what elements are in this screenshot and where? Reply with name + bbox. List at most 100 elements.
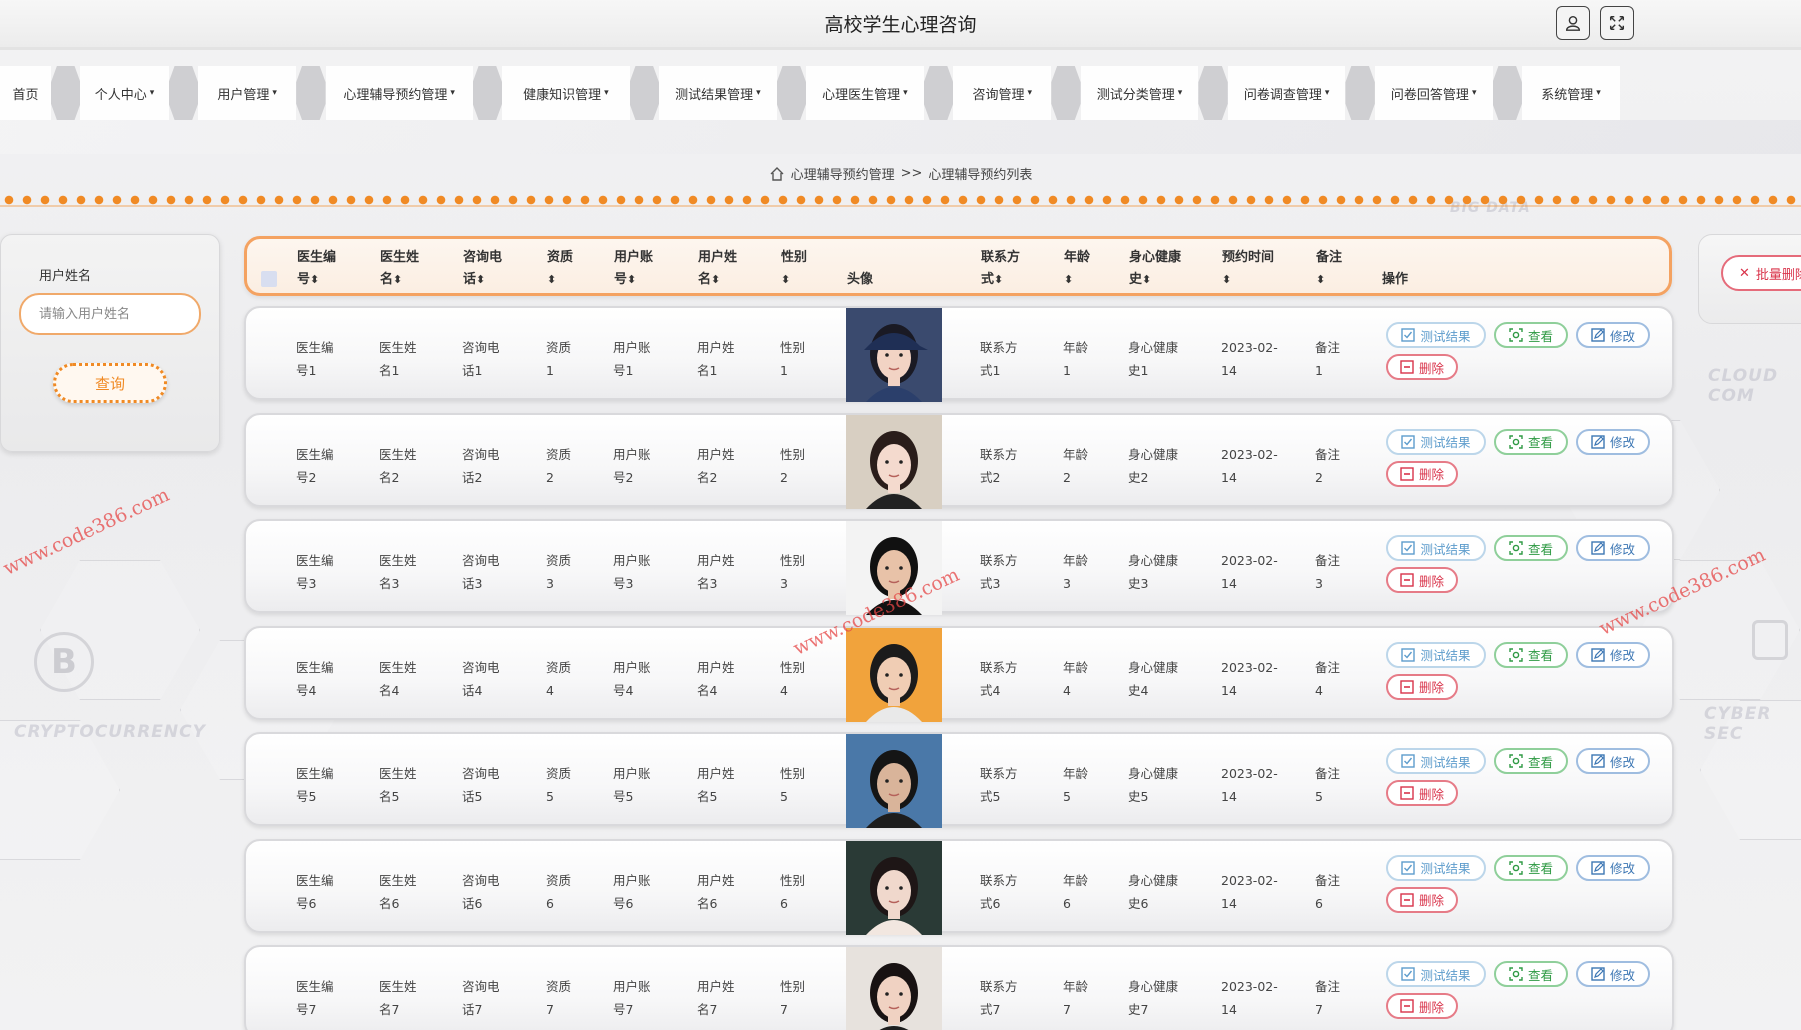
- username-search-input[interactable]: [19, 293, 201, 335]
- avatar[interactable]: [846, 734, 942, 828]
- batch-delete-button[interactable]: ✕ 批量删除: [1721, 255, 1801, 291]
- sort-icon[interactable]: ⬍: [476, 273, 485, 286]
- sort-icon[interactable]: ⬍: [1064, 273, 1073, 286]
- avatar[interactable]: [846, 308, 942, 402]
- column-header-line2: ⬍: [547, 269, 573, 291]
- column-header-health[interactable]: 身心健康 史⬍: [1129, 247, 1181, 291]
- sort-icon[interactable]: ⬍: [547, 273, 556, 286]
- view-icon: [1509, 541, 1523, 555]
- cell-doc_name: 医生姓 名3: [379, 553, 417, 591]
- nav-item-5[interactable]: 测试结果管理 ▾: [659, 66, 777, 120]
- nav-item-3[interactable]: 心理辅导预约管理 ▾: [325, 66, 473, 120]
- sort-icon[interactable]: ⬍: [1222, 273, 1231, 286]
- edit-button[interactable]: 修改: [1576, 748, 1650, 774]
- main-nav: 首页 个人中心 ▾ 用户管理 ▾ 心理辅导预约管理 ▾ 健康知识管理 ▾ 测试结果管理 ▾ 心理医生管…: [0, 66, 1621, 120]
- edit-button[interactable]: 修改: [1576, 535, 1650, 561]
- cell-user_acc: 用户账 号2: [613, 446, 651, 485]
- sort-icon[interactable]: ⬍: [310, 273, 319, 286]
- sort-icon[interactable]: ⬍: [627, 273, 636, 286]
- column-header-user_acc[interactable]: 用户账 号⬍: [614, 247, 653, 291]
- delete-button[interactable]: 删除: [1386, 460, 1458, 487]
- nav-item-8[interactable]: 测试分类管理 ▾: [1080, 66, 1199, 120]
- cell-time: 2023-02- 14: [1221, 979, 1278, 1017]
- test-result-button[interactable]: 测试结果: [1386, 535, 1486, 561]
- delete-button[interactable]: 删除: [1386, 780, 1458, 806]
- view-button[interactable]: 查看: [1494, 322, 1568, 348]
- delete-button[interactable]: 删除: [1386, 567, 1458, 593]
- cell-qual: 资质 1: [546, 340, 572, 378]
- column-header-line2: 操作: [1382, 269, 1408, 291]
- breadcrumb-section[interactable]: 心理辅导预约管理: [791, 164, 895, 183]
- column-header-time[interactable]: 预约时间 ⬍: [1222, 247, 1274, 291]
- select-all-checkbox[interactable]: [261, 271, 277, 287]
- cell-user_acc: 用户账 号5: [613, 766, 651, 804]
- sort-icon[interactable]: ⬍: [711, 273, 720, 286]
- column-header-note[interactable]: 备注 ⬍: [1316, 247, 1342, 291]
- delete-button[interactable]: 删除: [1386, 993, 1458, 1019]
- avatar[interactable]: [846, 947, 942, 1030]
- column-header-phone[interactable]: 咨询电 话⬍: [463, 247, 502, 291]
- nav-item-1[interactable]: 个人中心 ▾: [80, 66, 169, 120]
- nav-item-2[interactable]: 用户管理 ▾: [198, 66, 297, 120]
- nav-item-4[interactable]: 健康知识管理 ▾: [502, 66, 630, 120]
- sort-icon[interactable]: ⬍: [393, 273, 402, 286]
- test-result-button[interactable]: 测试结果: [1386, 322, 1486, 348]
- delete-button[interactable]: 删除: [1386, 354, 1458, 380]
- test-result-button[interactable]: 测试结果: [1386, 428, 1486, 455]
- edit-button[interactable]: 修改: [1576, 641, 1650, 668]
- edit-button[interactable]: 修改: [1576, 854, 1650, 881]
- view-button[interactable]: 查看: [1494, 961, 1568, 987]
- fullscreen-button[interactable]: [1600, 6, 1634, 40]
- column-header-doc_name[interactable]: 医生姓 名⬍: [380, 247, 419, 291]
- delete-button[interactable]: 删除: [1386, 673, 1458, 700]
- checkbox-icon: [1401, 860, 1416, 875]
- sort-icon[interactable]: ⬍: [1142, 273, 1151, 286]
- caret-down-icon: ▾: [1027, 88, 1032, 98]
- nav-item-6[interactable]: 心理医生管理 ▾: [806, 66, 924, 120]
- edit-button[interactable]: 修改: [1576, 322, 1650, 348]
- sort-icon[interactable]: ⬍: [1316, 273, 1325, 286]
- user-icon: [1565, 15, 1581, 31]
- test-result-button[interactable]: 测试结果: [1386, 961, 1486, 987]
- avatar[interactable]: [846, 840, 942, 935]
- home-icon[interactable]: [769, 166, 785, 182]
- edit-button[interactable]: 修改: [1576, 961, 1650, 987]
- sort-icon[interactable]: ⬍: [994, 273, 1003, 286]
- view-button[interactable]: 查看: [1494, 428, 1568, 455]
- nav-item-7[interactable]: 咨询管理 ▾: [953, 66, 1052, 120]
- cell-note: 备注 5: [1315, 766, 1341, 804]
- column-header-qual[interactable]: 资质 ⬍: [547, 247, 573, 291]
- user-profile-button[interactable]: [1556, 6, 1590, 40]
- cell-note: 备注 3: [1315, 553, 1341, 591]
- column-header-doc_no[interactable]: 医生编 号⬍: [297, 247, 336, 291]
- sort-icon[interactable]: ⬍: [781, 273, 790, 286]
- nav-item-9[interactable]: 问卷调查管理 ▾: [1227, 66, 1346, 120]
- test-result-button[interactable]: 测试结果: [1386, 641, 1486, 668]
- test-result-button[interactable]: 测试结果: [1386, 748, 1486, 774]
- nav-item-11[interactable]: 系统管理 ▾: [1521, 66, 1621, 120]
- column-header-contact[interactable]: 联系方 式⬍: [981, 247, 1020, 291]
- cell-phone: 咨询电 话7: [462, 979, 500, 1017]
- nav-separator: [1492, 66, 1522, 120]
- edit-icon: [1591, 434, 1605, 449]
- search-button[interactable]: 查询: [53, 363, 167, 403]
- view-button[interactable]: 查看: [1494, 641, 1568, 668]
- column-header-gender[interactable]: 性别 ⬍: [781, 247, 807, 291]
- nav-item-0[interactable]: 首页: [0, 66, 51, 120]
- view-button[interactable]: 查看: [1494, 748, 1568, 774]
- view-button[interactable]: 查看: [1494, 535, 1568, 561]
- avatar[interactable]: [846, 627, 942, 722]
- column-header-age[interactable]: 年龄 ⬍: [1064, 247, 1090, 291]
- avatar[interactable]: [846, 414, 942, 509]
- test-result-button[interactable]: 测试结果: [1386, 854, 1486, 881]
- nav-item-label: 健康知识管理: [523, 87, 602, 103]
- delete-button[interactable]: 删除: [1386, 886, 1458, 913]
- edit-button[interactable]: 修改: [1576, 428, 1650, 455]
- nav-item-10[interactable]: 问卷回答管理 ▾: [1374, 66, 1493, 120]
- view-button[interactable]: 查看: [1494, 854, 1568, 881]
- column-header-user_name[interactable]: 用户姓 名⬍: [698, 247, 737, 291]
- cell-user_name: 用户姓 名6: [697, 872, 735, 911]
- view-label: 查看: [1527, 435, 1553, 450]
- column-header-line1: 资质: [547, 250, 574, 265]
- column-header-line2-text: 式: [981, 272, 995, 287]
